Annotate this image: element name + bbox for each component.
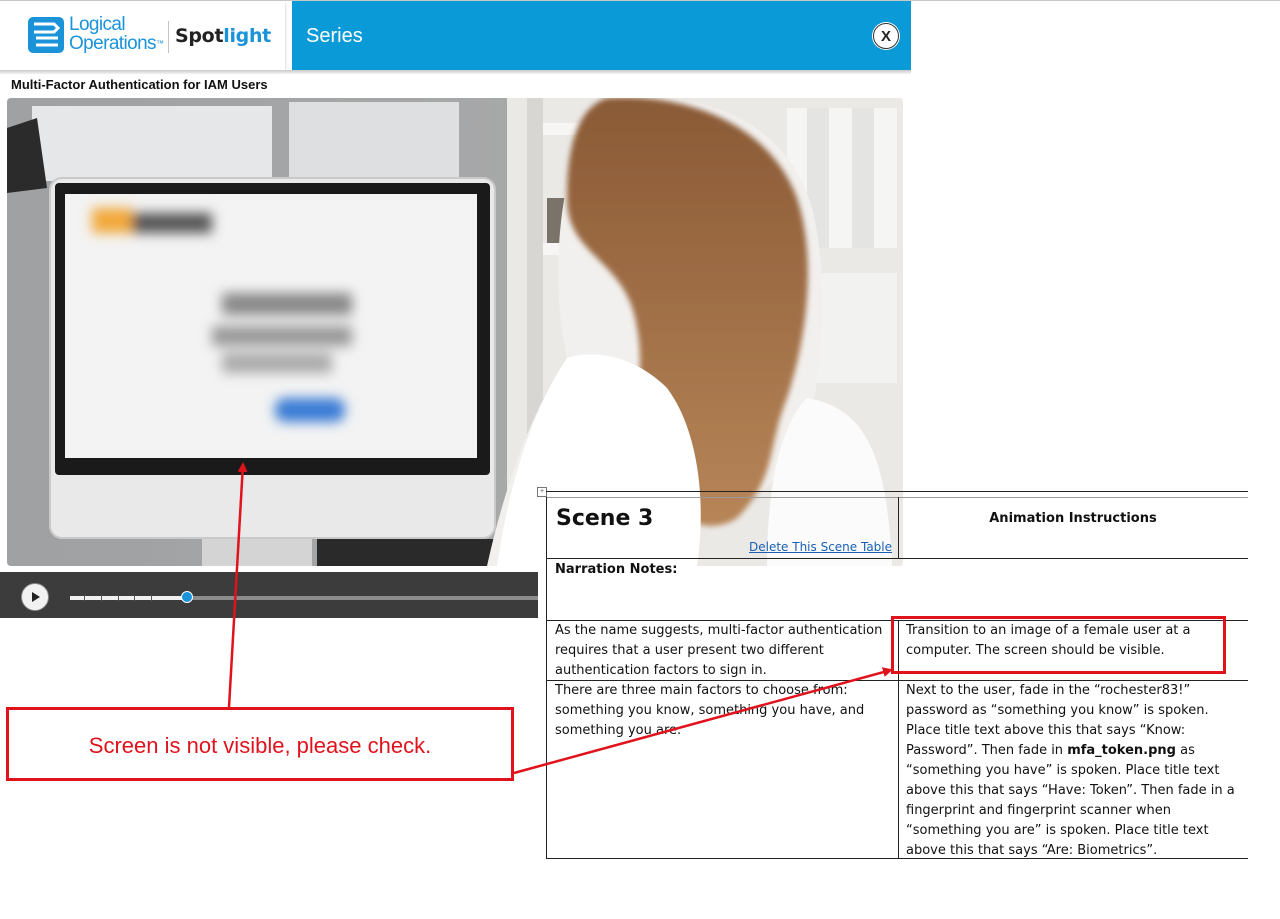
annotation-callout: Screen is not visible, please check. [6, 707, 514, 781]
arrow-to-instruction [513, 667, 893, 775]
annotation-callout-text: Screen is not visible, please check. [88, 733, 432, 758]
annotation-arrows [227, 462, 893, 775]
arrow-to-screen [227, 462, 248, 708]
